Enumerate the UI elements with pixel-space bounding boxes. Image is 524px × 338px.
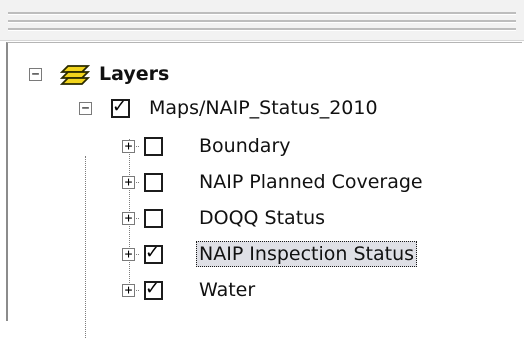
collapse-service-button[interactable]: − bbox=[79, 102, 92, 115]
layer-visibility-checkbox[interactable] bbox=[144, 209, 163, 228]
layer-visibility-checkbox[interactable] bbox=[144, 173, 163, 192]
tree-item-layer-boundary[interactable]: + Boundary bbox=[8, 131, 522, 163]
layer-label: DOQQ Status bbox=[199, 207, 326, 229]
checkmark-icon: ✓ bbox=[145, 278, 161, 299]
checkmark-icon: ✓ bbox=[112, 96, 128, 117]
tree-item-layer-water[interactable]: + ✓ Water bbox=[8, 275, 522, 307]
expand-layer-button[interactable]: + bbox=[122, 176, 135, 189]
panel-grip-bar[interactable] bbox=[0, 0, 524, 41]
table-of-contents-panel: − Layers − ✓ Maps/NAIP_Status_2010 + Bou… bbox=[6, 42, 522, 338]
layer-label: Boundary bbox=[199, 135, 291, 157]
layers-stack-icon bbox=[60, 65, 90, 85]
service-visibility-checkbox[interactable]: ✓ bbox=[111, 96, 130, 118]
tree-item-layer-doqq-status[interactable]: + DOQQ Status bbox=[8, 203, 522, 235]
layer-label-selected: NAIP Inspection Status bbox=[196, 241, 418, 267]
grip-line bbox=[8, 12, 516, 15]
layer-visibility-checkbox[interactable]: ✓ bbox=[144, 278, 163, 300]
checkmark-icon: ✓ bbox=[145, 242, 161, 263]
layer-label: NAIP Planned Coverage bbox=[199, 171, 423, 193]
expand-layer-button[interactable]: + bbox=[122, 212, 135, 225]
collapse-layers-button[interactable]: − bbox=[29, 68, 42, 81]
tree-item-layer-naip-planned-coverage[interactable]: + NAIP Planned Coverage bbox=[8, 167, 522, 199]
layers-root-label: Layers bbox=[99, 63, 170, 85]
service-label: Maps/NAIP_Status_2010 bbox=[149, 97, 378, 119]
grip-line bbox=[8, 28, 516, 31]
expand-layer-button[interactable]: + bbox=[122, 248, 135, 261]
tree-item-map-service[interactable]: − ✓ Maps/NAIP_Status_2010 bbox=[8, 93, 522, 125]
tree-item-layer-naip-inspection-status[interactable]: + ✓ NAIP Inspection Status bbox=[8, 239, 522, 271]
expand-layer-button[interactable]: + bbox=[122, 284, 135, 297]
layer-visibility-checkbox[interactable] bbox=[144, 137, 163, 156]
layer-label: Water bbox=[199, 279, 256, 301]
tree-root-layers[interactable]: − Layers bbox=[8, 59, 522, 91]
grip-line bbox=[8, 20, 516, 23]
expand-layer-button[interactable]: + bbox=[122, 140, 135, 153]
layer-visibility-checkbox[interactable]: ✓ bbox=[144, 242, 163, 264]
